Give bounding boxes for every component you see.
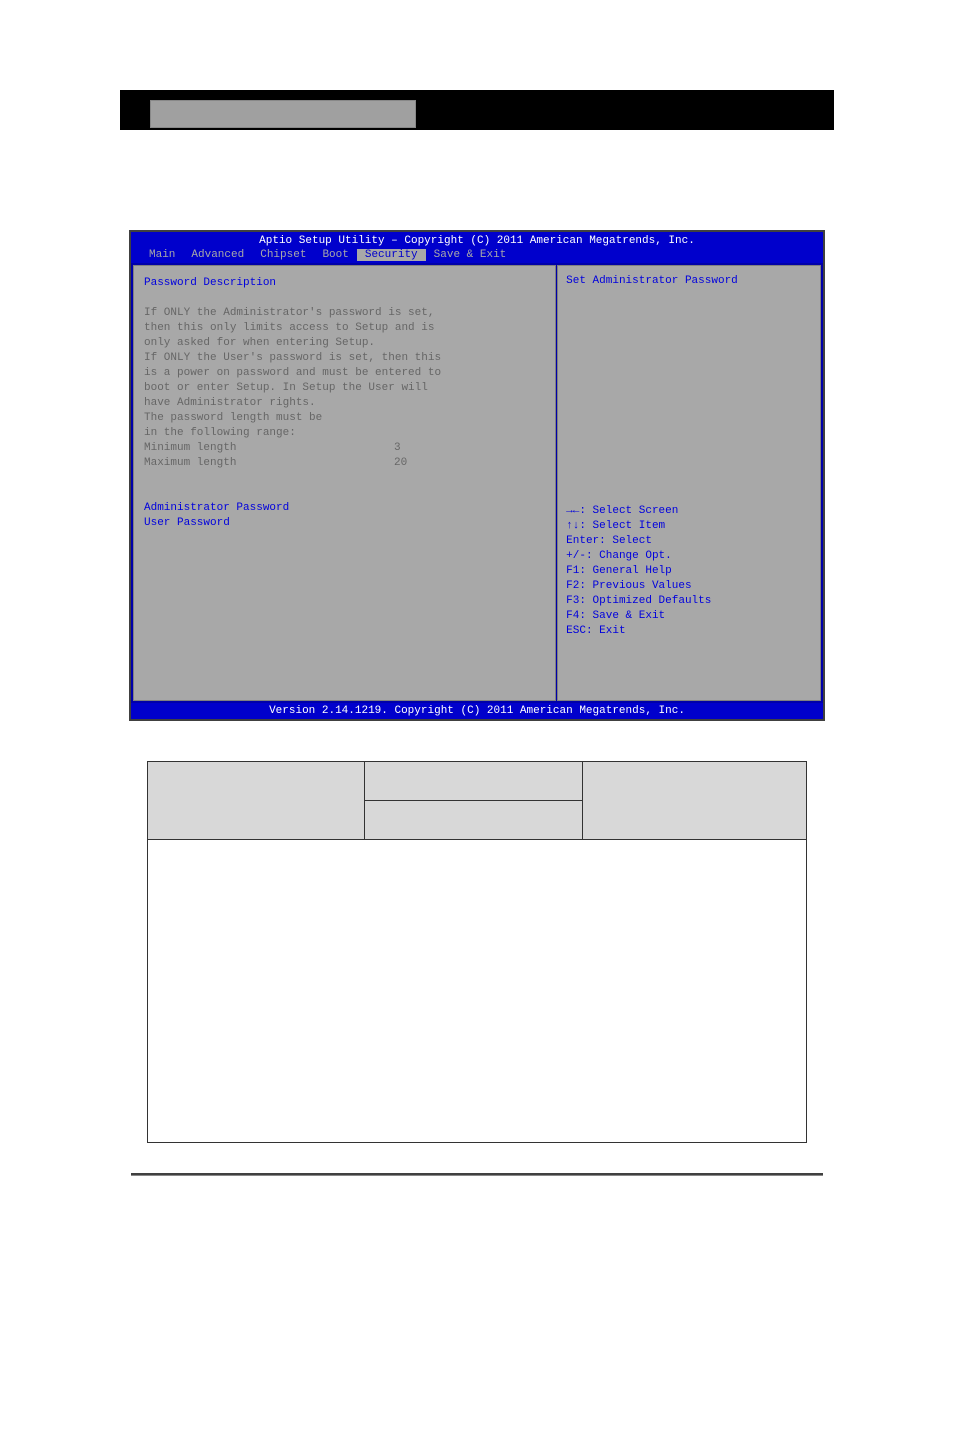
user-password-item[interactable]: User Password [144, 516, 545, 531]
desc-line: The password length must be [144, 411, 545, 426]
table-cell [148, 762, 365, 840]
desc-line: If ONLY the Administrator's password is … [144, 306, 545, 321]
header-gray-block [150, 100, 416, 128]
desc-line: then this only limits access to Setup an… [144, 321, 545, 336]
minimum-length-value: 3 [394, 441, 401, 456]
menu-boot[interactable]: Boot [314, 249, 356, 261]
maximum-length-value: 20 [394, 456, 407, 471]
password-description-title: Password Description [144, 276, 545, 291]
bios-main-panel: Password Description If ONLY the Adminis… [133, 265, 556, 701]
bios-title: Aptio Setup Utility – Copyright (C) 2011… [131, 232, 823, 247]
bios-version-footer: Version 2.14.1219. Copyright (C) 2011 Am… [131, 703, 823, 719]
nav-help-line: ESC: Exit [566, 624, 812, 639]
table-cell [365, 762, 582, 801]
minimum-length-label: Minimum length [144, 441, 394, 456]
administrator-password-item[interactable]: Administrator Password [144, 501, 545, 516]
table-cell [365, 801, 582, 840]
menu-main[interactable]: Main [141, 249, 183, 261]
menu-security[interactable]: Security [357, 249, 426, 261]
page-header-bar [120, 90, 834, 130]
desc-line: have Administrator rights. [144, 396, 545, 411]
menu-advanced[interactable]: Advanced [183, 249, 252, 261]
maximum-length-label: Maximum length [144, 456, 394, 471]
help-context-text: Set Administrator Password [566, 274, 812, 289]
nav-help-line: Enter: Select [566, 534, 812, 549]
bios-setup-window: Aptio Setup Utility – Copyright (C) 2011… [129, 230, 825, 721]
desc-line: If ONLY the User's password is set, then… [144, 351, 545, 366]
desc-line: in the following range: [144, 426, 545, 441]
nav-help-line: +/-: Change Opt. [566, 549, 812, 564]
desc-line: only asked for when entering Setup. [144, 336, 545, 351]
desc-line: is a power on password and must be enter… [144, 366, 545, 381]
nav-help-line: F1: General Help [566, 564, 812, 579]
menu-save-exit[interactable]: Save & Exit [426, 249, 515, 261]
page-divider [131, 1173, 823, 1176]
bottom-table [147, 761, 807, 1143]
bios-body: Password Description If ONLY the Adminis… [131, 263, 823, 703]
nav-help-line: F2: Previous Values [566, 579, 812, 594]
table-body-cell [148, 840, 807, 1143]
nav-help-line: F3: Optimized Defaults [566, 594, 812, 609]
bios-menu-bar: Main Advanced Chipset Boot Security Save… [131, 247, 823, 263]
nav-help-line: ↑↓: Select Item [566, 519, 812, 534]
desc-line: boot or enter Setup. In Setup the User w… [144, 381, 545, 396]
nav-help-line: F4: Save & Exit [566, 609, 812, 624]
nav-help-line: →←: Select Screen [566, 504, 812, 519]
bios-help-panel: Set Administrator Password →←: Select Sc… [557, 265, 821, 701]
menu-chipset[interactable]: Chipset [252, 249, 314, 261]
table-cell [582, 762, 806, 840]
